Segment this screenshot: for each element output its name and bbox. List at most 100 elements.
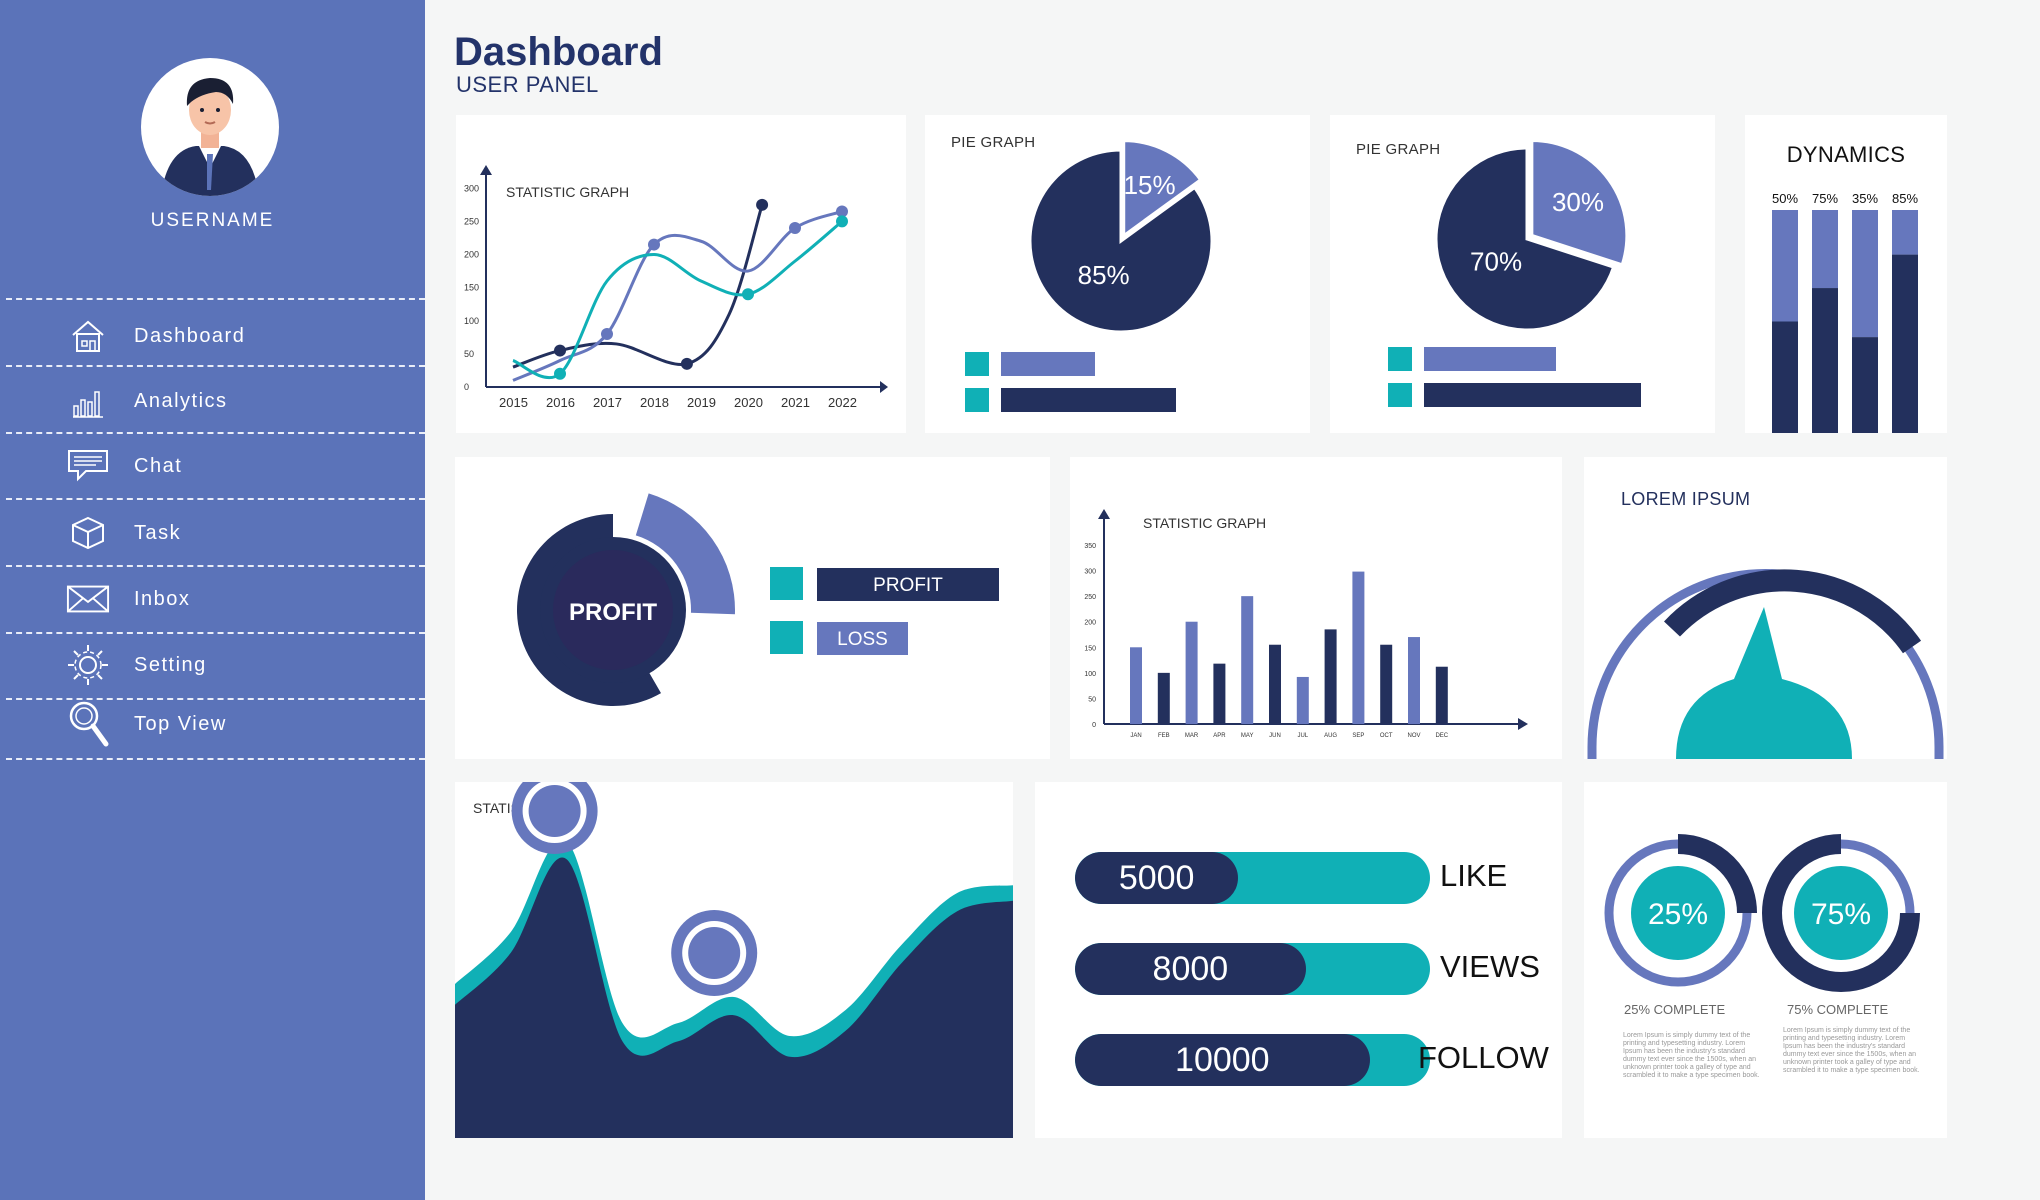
series-line — [512, 204, 764, 369]
sidebar-item-task[interactable]: Task — [66, 509, 406, 557]
dynamics-chart: 50% 75% 35% 85% — [1772, 191, 1918, 433]
x-tick-label: SEP — [1352, 733, 1364, 739]
stacked-bar-bottom — [1892, 254, 1918, 433]
donut-percent-label: 25% — [1648, 898, 1708, 931]
sidebar-item-label: Dashboard — [134, 324, 246, 347]
stacked-bar-bottom — [1812, 288, 1838, 433]
sidebar-item-top-view[interactable]: Top View — [66, 700, 406, 748]
completion-card: 25% 25% COMPLETE 75% 75% COMPLETE Lorem Ips… — [1584, 782, 1947, 1138]
chart-title: STATISTIC GRAPH — [1143, 515, 1266, 531]
y-tick-label: 250 — [1084, 594, 1096, 601]
x-tick-label: MAR — [1185, 733, 1199, 739]
y-tick-label: 50 — [464, 349, 474, 359]
bar-top-label: 35% — [1852, 191, 1878, 206]
dynamics-card: DYNAMICS 50% 75% 35% 85% — [1745, 115, 1947, 433]
bar-top-label: 75% — [1812, 191, 1838, 206]
nav-divider — [6, 365, 425, 367]
legend-label: PROFIT — [873, 575, 943, 596]
avatar[interactable] — [141, 58, 279, 196]
bar — [1324, 629, 1337, 724]
y-tick-label: 100 — [464, 316, 479, 326]
username: USERNAME — [150, 210, 275, 231]
sidebar-item-analytics[interactable]: Analytics — [66, 377, 406, 425]
x-tick-label: 2015 — [499, 395, 528, 410]
data-point — [789, 222, 801, 234]
legend-swatch — [965, 388, 989, 412]
legend-swatch — [965, 352, 989, 376]
sidebar: USERNAME Dashboard Analytics Chat Task I… — [0, 0, 425, 1200]
pie-chart-card-2: PIE GRAPH 30% 70% — [1330, 115, 1715, 433]
axis-arrow — [1098, 509, 1110, 519]
bar — [1296, 676, 1309, 724]
y-tick-label: 300 — [464, 183, 479, 193]
legend-swatch — [1388, 383, 1412, 407]
sidebar-item-chat[interactable]: Chat — [66, 442, 406, 490]
lorem-text-1: Lorem Ipsum is simply dummy text of the … — [1623, 1032, 1760, 1079]
y-tick-label: 0 — [464, 382, 469, 392]
stacked-bar-bottom — [1772, 321, 1798, 433]
x-tick-label: 2020 — [734, 395, 763, 410]
data-point — [554, 367, 566, 380]
stacked-bar-bottom — [1852, 337, 1878, 433]
sidebar-item-label: Analytics — [134, 389, 228, 412]
progress-bar-label: LIKE — [1440, 858, 1508, 893]
bar-chart-card: STATISTIC GRAPH 0 50 100 150 200 250 300 350 JAN F… — [1070, 457, 1562, 759]
home-icon — [66, 315, 110, 357]
x-tick-label: JUL — [1297, 733, 1308, 739]
legend-bar — [1424, 383, 1641, 407]
pie-chart-card-1: PIE GRAPH 15% 85% — [925, 115, 1310, 433]
stacked-bar-top — [1892, 210, 1918, 255]
cube-icon — [66, 512, 110, 554]
gauge-arc — [1664, 569, 1922, 654]
profit-donut-chart: PROFIT PROFIT LOSS — [517, 493, 999, 706]
y-tick-label: 350 — [1084, 543, 1096, 550]
bar — [1185, 621, 1198, 724]
nav-divider — [6, 565, 425, 567]
bar-top-label: 85% — [1892, 191, 1918, 206]
pie-chart-1: 15% 85% — [965, 139, 1214, 412]
legend-bar — [1001, 352, 1095, 376]
x-tick-label: FEB — [1158, 733, 1170, 739]
bar — [1241, 596, 1254, 724]
stacked-bar-top — [1772, 210, 1798, 322]
x-tick-label: 2021 — [781, 395, 810, 410]
nav-divider — [6, 432, 425, 434]
y-tick-label: 200 — [1084, 620, 1096, 627]
x-tick-label: NOV — [1407, 733, 1420, 739]
profit-donut-card: PROFIT PROFIT LOSS — [455, 457, 1050, 759]
pie-slice-label: 85% — [1078, 260, 1130, 290]
data-point — [836, 215, 848, 228]
peak-marker — [688, 927, 741, 979]
pie-slice-label: 15% — [1124, 170, 1176, 200]
progress-bar-label: VIEWS — [1440, 949, 1540, 984]
page-title: Dashboard — [454, 30, 663, 74]
progress-bar-value: 5000 — [1075, 852, 1239, 904]
gauge-needle — [1676, 607, 1852, 759]
legend-bar — [1001, 388, 1176, 412]
nav-divider — [6, 632, 425, 634]
x-tick-label: MAY — [1241, 733, 1254, 739]
stacked-bar-top — [1852, 210, 1878, 338]
sidebar-item-dashboard[interactable]: Dashboard — [66, 312, 406, 360]
x-tick-label: 2022 — [828, 395, 857, 410]
page-subtitle: USER PANEL — [456, 72, 599, 97]
area-chart-card: STATISTIC GRAPH — [455, 768, 1013, 1138]
sidebar-item-label: Chat — [134, 454, 183, 477]
completion-donuts: 25% 25% COMPLETE 75% 75% COMPLETE — [1604, 834, 1920, 1017]
x-tick-label: JUN — [1269, 733, 1281, 739]
x-tick-label: OCT — [1380, 733, 1393, 739]
bar — [1380, 644, 1393, 724]
x-tick-label: 2019 — [687, 395, 716, 410]
envelope-icon — [66, 578, 110, 620]
pie-slice-label: 70% — [1470, 246, 1522, 276]
legend-swatch — [1388, 347, 1412, 371]
x-tick-label: 2018 — [640, 395, 669, 410]
y-tick-label: 0 — [1092, 722, 1096, 729]
bar — [1352, 571, 1365, 724]
progress-bar-follow: 10000 — [1075, 1034, 1430, 1086]
progress-bar-label: FOLLOW — [1418, 1040, 1549, 1075]
sidebar-item-setting[interactable]: Setting — [66, 641, 406, 689]
sidebar-item-inbox[interactable]: Inbox — [66, 575, 406, 623]
bar — [1408, 637, 1420, 724]
progress-bar-value: 8000 — [1075, 943, 1306, 995]
